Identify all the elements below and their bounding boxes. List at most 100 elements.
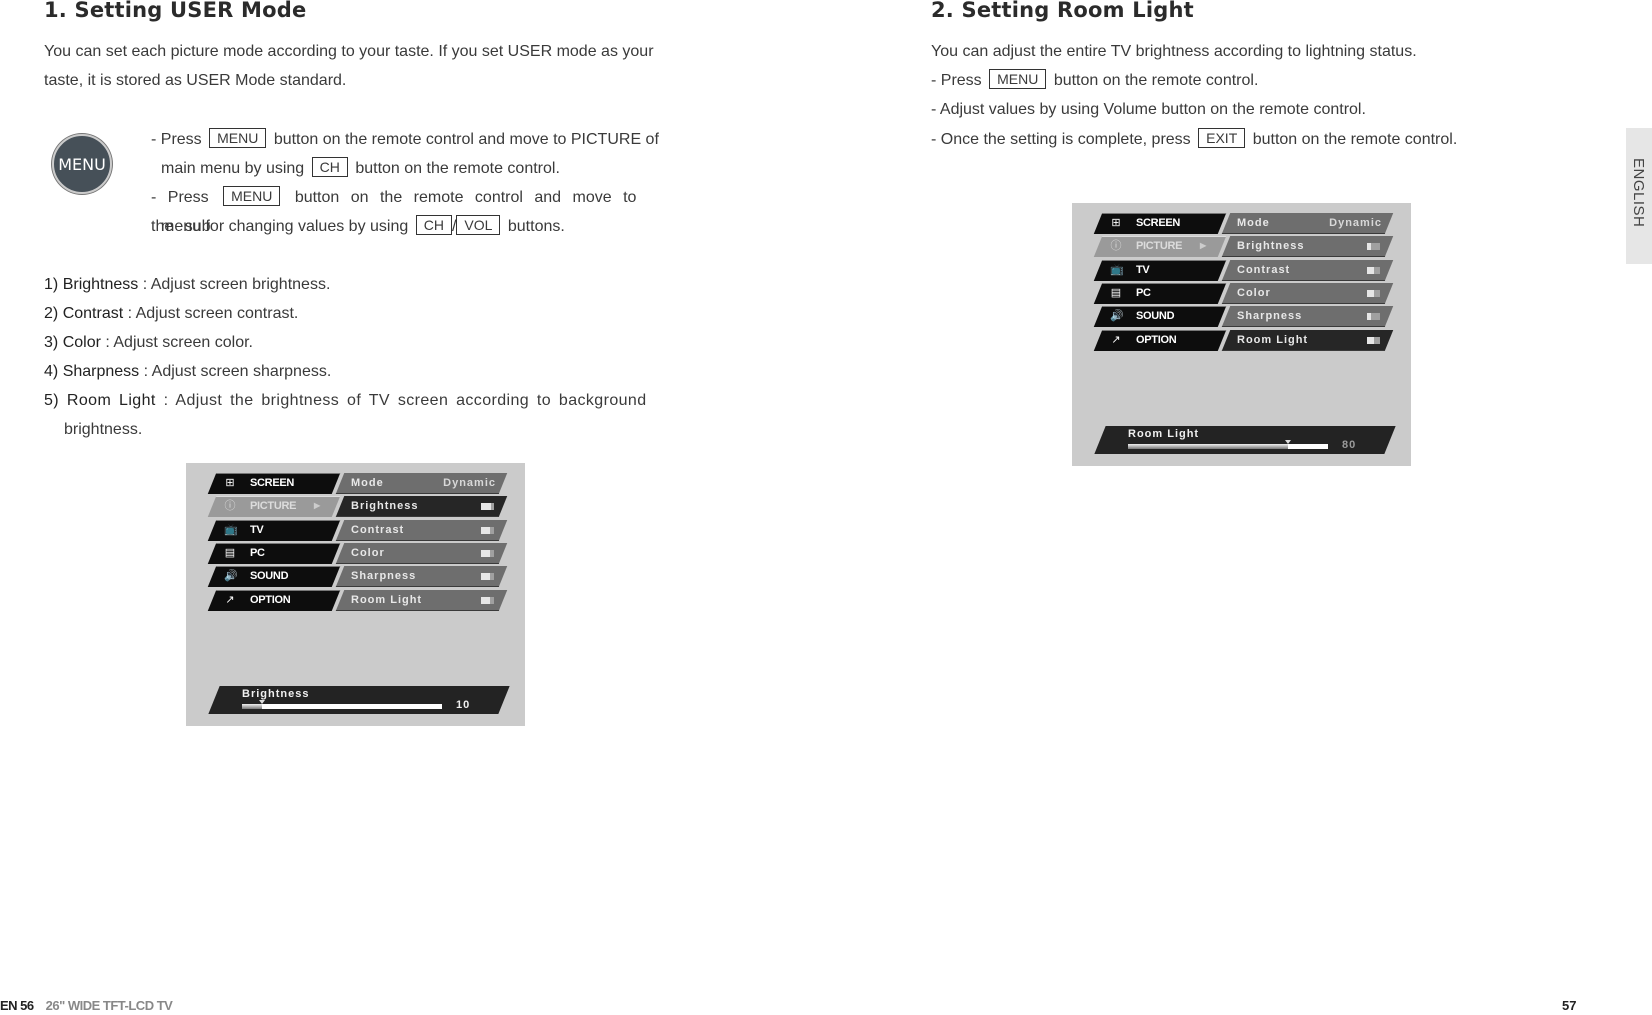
footer-left: EN 56 26" WIDE TFT-LCD TV xyxy=(0,998,173,1013)
text: button on the remote control. xyxy=(355,160,560,177)
main-menu-label: SCREEN xyxy=(250,477,295,489)
text: - Press xyxy=(151,189,209,206)
room-light-line-3: - Adjust values by using Volume button o… xyxy=(931,101,1366,118)
main-menu-label: PICTURE xyxy=(250,500,297,513)
picture-icon: ⓘ xyxy=(224,500,236,513)
tv-icon: 📺 xyxy=(224,523,238,536)
language-tab: ENGLISH xyxy=(1626,128,1652,264)
sub-menu-label: Contrast xyxy=(1237,263,1291,276)
room-light-line-2: - Press MENU button on the remote contro… xyxy=(931,66,1258,95)
level-rest xyxy=(1370,313,1380,321)
level-rest xyxy=(490,549,494,557)
level-fill xyxy=(481,526,491,534)
screen-icon: ⊞ xyxy=(225,477,235,489)
ch-key: CH xyxy=(415,215,452,235)
intro-line-2: taste, it is stored as USER Mode standar… xyxy=(44,72,347,89)
sub-menu-label: Brightness xyxy=(1237,240,1305,253)
slider-track[interactable] xyxy=(1128,440,1328,449)
sub-menu-label: Room Light xyxy=(351,593,423,606)
slider-thumb[interactable] xyxy=(259,700,265,704)
option-icon: ↗ xyxy=(1111,333,1121,346)
list-item: 2) Contrast : Adjust screen contrast. xyxy=(44,299,298,328)
slider-fill xyxy=(242,704,262,709)
sub-menu-value: Dynamic xyxy=(1329,217,1382,229)
item-desc: : Adjust screen contrast. xyxy=(123,305,299,322)
item-term: Sharpness xyxy=(62,363,140,380)
screen-icon: ⊞ xyxy=(1111,217,1121,229)
slider-fill xyxy=(1128,444,1288,449)
level-indicator xyxy=(481,549,494,557)
item-term: Brightness xyxy=(62,276,139,293)
main-menu-label: OPTION xyxy=(1136,333,1177,346)
item-number: 5) xyxy=(44,392,60,409)
list-item: 5) Room Light : Adjust the brightness of… xyxy=(44,386,667,415)
sub-menu-value: Dynamic xyxy=(443,477,496,489)
text: button on the remote control. xyxy=(1053,72,1259,89)
step-1-line-2: main menu by using CH button on the remo… xyxy=(161,154,560,183)
submenu-arrow-icon: ▶ xyxy=(314,501,320,511)
text: buttons. xyxy=(507,218,565,235)
level-rest xyxy=(490,503,494,511)
slider-value: 80 xyxy=(1342,439,1357,451)
main-menu-label: PC xyxy=(250,546,265,559)
main-menu-label: TV xyxy=(250,523,264,536)
sub-menu-label: Brightness xyxy=(351,500,419,513)
vol-key: VOL xyxy=(456,215,501,235)
main-menu-label: SCREEN xyxy=(1136,217,1181,229)
item-desc: : Adjust the brightness of TV screen acc… xyxy=(155,392,647,409)
list-item-continued: brightness. xyxy=(64,421,143,438)
level-fill xyxy=(481,596,491,604)
slider-label: Room Light xyxy=(1128,428,1200,440)
text: button on the remote control. xyxy=(1252,131,1458,148)
text: button on the remote control and move to… xyxy=(273,131,659,148)
sub-menu-label: Color xyxy=(1237,286,1271,299)
slider-thumb[interactable] xyxy=(1285,440,1291,444)
sub-menu-label: Contrast xyxy=(351,523,405,536)
item-term: Room Light xyxy=(66,392,156,409)
language-tab-label: ENGLISH xyxy=(1630,158,1647,228)
level-indicator xyxy=(481,573,494,581)
item-number: 3) xyxy=(44,334,59,351)
main-menu-label: PICTURE xyxy=(1136,240,1183,253)
level-indicator xyxy=(481,526,494,534)
sub-menu-label: Sharpness xyxy=(1237,310,1303,323)
level-rest xyxy=(490,526,494,534)
step-2-line-2: menu for changing values by using CH / VOL… xyxy=(161,212,565,241)
sub-menu-label: Mode xyxy=(351,477,384,489)
menu-icon-label: MENU xyxy=(58,154,106,174)
item-desc: : Adjust screen color. xyxy=(100,334,253,351)
level-indicator xyxy=(1367,289,1380,297)
level-indicator xyxy=(481,596,494,604)
page-number-left: EN 56 xyxy=(0,998,34,1013)
page-number-right: 57 xyxy=(1562,998,1577,1013)
slider-track[interactable] xyxy=(242,700,442,709)
slider-value: 10 xyxy=(456,699,471,711)
section-title-user-mode: 1. Setting USER Mode xyxy=(44,0,307,22)
item-number: 4) xyxy=(44,363,59,380)
list-item: 3) Color : Adjust screen color. xyxy=(44,328,253,357)
menu-key: MENU xyxy=(209,128,267,148)
level-rest xyxy=(1373,266,1380,274)
item-term: Contrast xyxy=(62,305,124,322)
room-light-line-1: You can adjust the entire TV brightness … xyxy=(931,43,1417,60)
tv-osd-screen-room-light: ⊞ SCREEN ⓘ PICTURE ▶ 📺 TV ▤ PC 🔊 SOUND ↗ OPTION Mode D… xyxy=(1072,203,1411,466)
main-menu-label: SOUND xyxy=(1136,310,1175,323)
slider-label: Brightness xyxy=(242,688,310,700)
text: - Press xyxy=(931,72,982,89)
sub-menu-label: Sharpness xyxy=(351,570,417,583)
sound-icon: 🔊 xyxy=(1110,310,1124,323)
menu-key: MENU xyxy=(223,186,281,206)
item-term: Color xyxy=(62,334,101,351)
tv-osd-screen-brightness: ⊞ SCREEN ⓘ PICTURE ▶ 📺 TV ▤ PC 🔊 SOUND ↗ OPTION Mode D… xyxy=(186,463,525,726)
main-menu-label: TV xyxy=(1136,263,1150,276)
menu-button-icon: MENU xyxy=(52,134,112,194)
level-rest xyxy=(490,573,494,581)
sound-icon: 🔊 xyxy=(224,570,238,583)
sub-menu-label: Room Light xyxy=(1237,333,1309,346)
list-item: 1) Brightness : Adjust screen brightness… xyxy=(44,270,330,299)
exit-key: EXIT xyxy=(1198,128,1246,148)
level-fill xyxy=(481,549,491,557)
menu-key: MENU xyxy=(989,69,1047,89)
level-fill xyxy=(481,503,491,511)
item-number: 1) xyxy=(44,276,59,293)
